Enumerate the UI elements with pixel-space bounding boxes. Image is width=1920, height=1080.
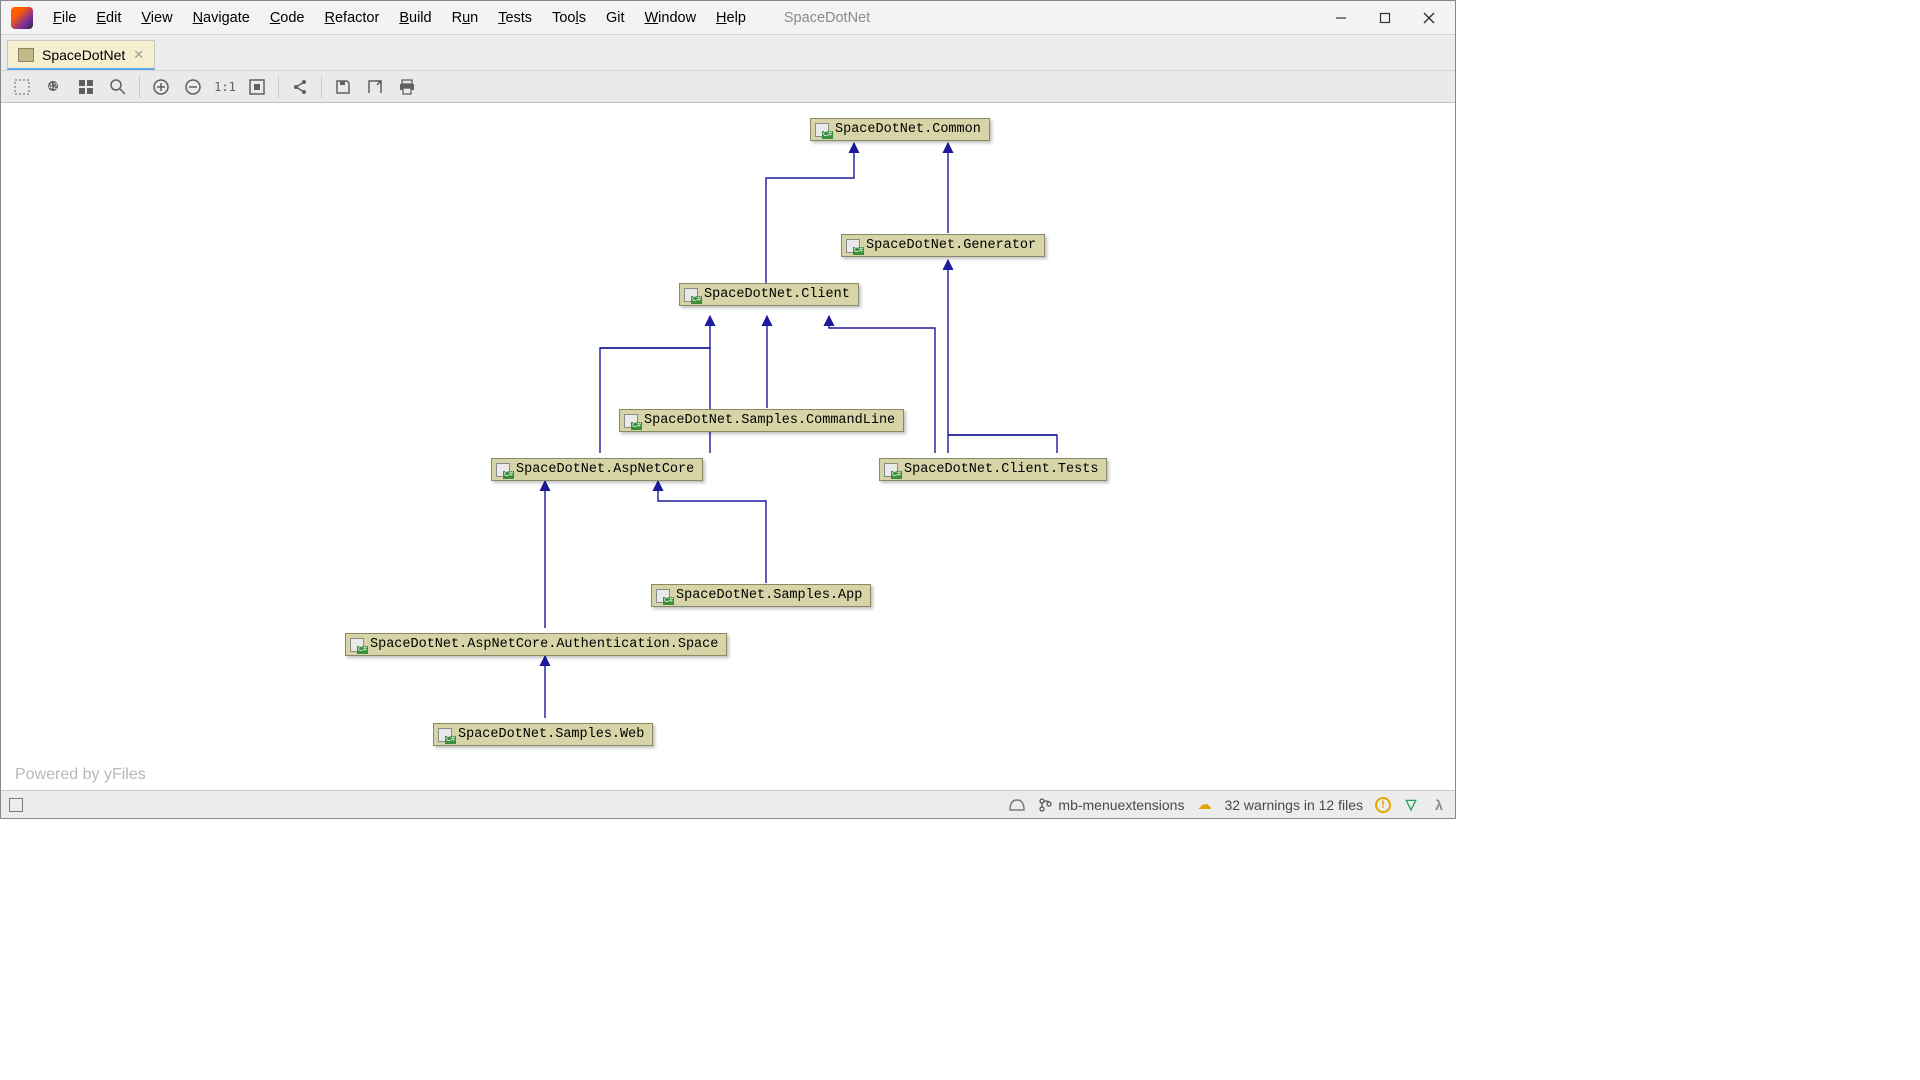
window-minimize-button[interactable] xyxy=(1319,1,1363,35)
menu-tests[interactable]: Tests xyxy=(488,4,542,32)
diagram-canvas[interactable]: SpaceDotNet.Common SpaceDotNet.Generator… xyxy=(1,103,1455,790)
diagram-toolbar: 42 1:1 xyxy=(1,71,1455,103)
node-client-tests[interactable]: SpaceDotNet.Client.Tests xyxy=(879,458,1107,481)
node-label: SpaceDotNet.AspNetCore.Authentication.Sp… xyxy=(370,637,718,652)
node-generator[interactable]: SpaceDotNet.Generator xyxy=(841,234,1045,257)
csharp-project-icon xyxy=(496,463,512,477)
watermark: Powered by yFiles xyxy=(15,766,146,784)
node-label: SpaceDotNet.AspNetCore xyxy=(516,462,694,477)
menu-help[interactable]: Help xyxy=(706,4,756,32)
node-label: SpaceDotNet.Generator xyxy=(866,238,1036,253)
export-icon[interactable] xyxy=(360,74,390,100)
node-label: SpaceDotNet.Client.Tests xyxy=(904,462,1098,477)
branch-icon xyxy=(1038,798,1052,812)
menubar: File Edit View Navigate Code Refactor Bu… xyxy=(1,1,1455,35)
status-inspection-icon[interactable]: ! xyxy=(1375,797,1391,813)
node-samples-web[interactable]: SpaceDotNet.Samples.Web xyxy=(433,723,653,746)
menu-code[interactable]: Code xyxy=(260,4,315,32)
menu-view[interactable]: View xyxy=(131,4,182,32)
actual-size-icon[interactable]: 1:1 xyxy=(210,74,240,100)
tab-label: SpaceDotNet xyxy=(42,47,125,63)
diagram-edges xyxy=(1,103,1455,790)
triangle-down-icon: ▽ xyxy=(1403,797,1419,813)
status-warnings[interactable]: 32 warnings in 12 files xyxy=(1224,797,1363,813)
tabbar: SpaceDotNet ✕ xyxy=(1,35,1455,71)
warnings-text: 32 warnings in 12 files xyxy=(1224,797,1363,813)
status-notifications[interactable] xyxy=(1008,796,1026,814)
csharp-project-icon xyxy=(684,288,700,302)
tool-window-toggle-icon[interactable] xyxy=(9,798,23,812)
csharp-project-icon xyxy=(656,589,672,603)
project-name: SpaceDotNet xyxy=(784,10,870,26)
menu-run[interactable]: Run xyxy=(442,4,489,32)
svg-text:42: 42 xyxy=(49,82,58,91)
window-close-button[interactable] xyxy=(1407,1,1451,35)
lambda-icon: λ xyxy=(1431,797,1447,813)
node-label: SpaceDotNet.Client xyxy=(704,287,850,302)
app-icon xyxy=(11,7,33,29)
fit-content-icon[interactable] xyxy=(242,74,272,100)
menu-tools[interactable]: Tools xyxy=(542,4,596,32)
node-label: SpaceDotNet.Samples.Web xyxy=(458,727,644,742)
menu-git[interactable]: Git xyxy=(596,4,635,32)
node-aspnetcore[interactable]: SpaceDotNet.AspNetCore xyxy=(491,458,703,481)
node-label: SpaceDotNet.Common xyxy=(835,122,981,137)
zoom-out-icon[interactable] xyxy=(178,74,208,100)
node-label: SpaceDotNet.Samples.App xyxy=(676,588,862,603)
branch-name: mb-menuextensions xyxy=(1058,797,1184,813)
menu-navigate[interactable]: Navigate xyxy=(183,4,260,32)
csharp-project-icon xyxy=(438,728,454,742)
csharp-project-icon xyxy=(846,239,862,253)
zoom-in-icon[interactable] xyxy=(146,74,176,100)
menu-window[interactable]: Window xyxy=(634,4,706,32)
menu-file[interactable]: File xyxy=(43,4,86,32)
print-icon[interactable] xyxy=(392,74,422,100)
find-elements-icon[interactable]: 42 xyxy=(39,74,69,100)
node-samples-app[interactable]: SpaceDotNet.Samples.App xyxy=(651,584,871,607)
node-samples-cmdline[interactable]: SpaceDotNet.Samples.CommandLine xyxy=(619,409,904,432)
status-sync[interactable]: ☁ xyxy=(1196,797,1212,813)
menu-build[interactable]: Build xyxy=(389,4,441,32)
node-common[interactable]: SpaceDotNet.Common xyxy=(810,118,990,141)
status-indicator-gray[interactable]: λ xyxy=(1431,797,1447,813)
save-icon[interactable] xyxy=(328,74,358,100)
tab-close-icon[interactable]: ✕ xyxy=(133,47,144,63)
menu-refactor[interactable]: Refactor xyxy=(315,4,390,32)
node-label: SpaceDotNet.Samples.CommandLine xyxy=(644,413,895,428)
csharp-project-icon xyxy=(884,463,900,477)
csharp-project-icon xyxy=(624,414,640,428)
select-tool-icon[interactable] xyxy=(7,74,37,100)
status-git-branch[interactable]: mb-menuextensions xyxy=(1038,797,1184,813)
window-maximize-button[interactable] xyxy=(1363,1,1407,35)
node-client[interactable]: SpaceDotNet.Client xyxy=(679,283,859,306)
menu-edit[interactable]: Edit xyxy=(86,4,131,32)
statusbar: mb-menuextensions ☁ 32 warnings in 12 fi… xyxy=(1,790,1455,818)
warning-icon: ! xyxy=(1375,797,1391,813)
status-indicator-green[interactable]: ▽ xyxy=(1403,797,1419,813)
layout-icon[interactable] xyxy=(71,74,101,100)
csharp-project-icon xyxy=(350,638,366,652)
diagram-tab-icon xyxy=(18,48,34,62)
zoom-area-icon[interactable] xyxy=(103,74,133,100)
node-auth-space[interactable]: SpaceDotNet.AspNetCore.Authentication.Sp… xyxy=(345,633,727,656)
share-icon[interactable] xyxy=(285,74,315,100)
csharp-project-icon xyxy=(815,123,831,137)
tab-diagram[interactable]: SpaceDotNet ✕ xyxy=(7,40,155,70)
cloud-sync-icon: ☁ xyxy=(1196,797,1212,813)
